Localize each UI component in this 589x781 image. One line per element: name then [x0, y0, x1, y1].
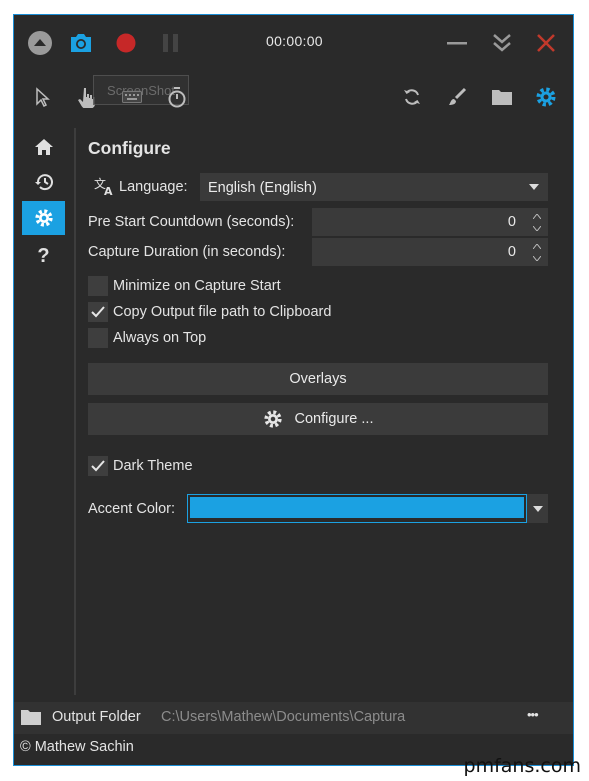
chevron-down-icon — [532, 505, 543, 512]
settings-icon — [34, 209, 53, 227]
minimize-checkbox[interactable] — [88, 276, 108, 296]
copy-path-checkbox[interactable] — [88, 302, 108, 322]
captura-window: 00:00:00 ScreenShot ? Configure 文 A Lang… — [13, 14, 574, 766]
checkmark-icon — [91, 460, 105, 472]
configure-label: Configure ... — [294, 411, 374, 427]
nav-settings[interactable] — [22, 201, 65, 235]
folder-icon[interactable] — [486, 81, 518, 113]
svg-text:A: A — [104, 185, 113, 196]
accent-color-picker[interactable] — [187, 494, 527, 523]
checkmark-icon — [91, 306, 105, 318]
duration-input[interactable]: 0 — [312, 238, 548, 266]
always-on-top-checkbox[interactable] — [88, 328, 108, 348]
duration-label: Capture Duration (in seconds): — [88, 244, 286, 260]
nav-history[interactable] — [22, 165, 65, 199]
camera-icon[interactable] — [65, 27, 97, 59]
chevron-down-icon — [529, 184, 539, 190]
home-icon — [34, 139, 53, 155]
page-title: Configure — [88, 138, 171, 158]
spin-up-icon[interactable] — [530, 211, 544, 221]
language-select[interactable]: English (English) — [200, 173, 548, 201]
nav-help[interactable]: ? — [22, 239, 65, 273]
sidebar-divider — [74, 128, 76, 695]
countdown-value: 0 — [507, 214, 516, 230]
countdown-input[interactable]: 0 — [312, 208, 548, 236]
chevrons-down-icon[interactable] — [486, 27, 518, 59]
always-on-top-label: Always on Top — [113, 330, 207, 346]
language-label: Language: — [119, 179, 188, 195]
overlays-label: Overlays — [289, 371, 347, 387]
history-icon — [34, 174, 53, 191]
dark-theme-label: Dark Theme — [113, 458, 193, 474]
recording-timer: 00:00:00 — [266, 33, 323, 49]
output-folder-label: Output Folder — [52, 709, 141, 725]
accent-color-label: Accent Color: — [88, 501, 176, 517]
nav-home[interactable] — [22, 130, 65, 164]
close-icon[interactable] — [530, 27, 562, 59]
help-icon: ? — [37, 244, 50, 267]
more-options-button[interactable]: ••• — [527, 707, 539, 722]
accent-dropdown-button[interactable] — [527, 494, 548, 523]
spin-up-icon[interactable] — [530, 241, 544, 251]
pointer-icon[interactable] — [26, 81, 58, 113]
keyboard-icon[interactable] — [116, 81, 148, 113]
spin-down-icon[interactable] — [530, 223, 544, 233]
brush-icon[interactable] — [441, 81, 473, 113]
countdown-label: Pre Start Countdown (seconds): — [88, 214, 295, 230]
record-icon[interactable] — [110, 27, 142, 59]
folder-icon[interactable] — [20, 708, 42, 729]
copyright: © Mathew Sachin — [20, 739, 134, 755]
refresh-icon[interactable] — [396, 81, 428, 113]
collapse-up-icon[interactable] — [24, 27, 56, 59]
configure-button[interactable]: Configure ... — [88, 403, 548, 435]
spin-down-icon[interactable] — [530, 253, 544, 263]
language-value: English (English) — [208, 180, 317, 196]
watermark: pmfans.com — [463, 755, 581, 777]
copy-path-label: Copy Output file path to Clipboard — [113, 304, 332, 320]
timer-icon[interactable] — [161, 81, 193, 113]
minimize-label: Minimize on Capture Start — [113, 278, 281, 294]
output-folder-bar: Output Folder C:\Users\Mathew\Documents\… — [14, 702, 573, 734]
translate-icon: 文A — [94, 176, 116, 199]
pause-icon[interactable] — [155, 27, 187, 59]
duration-value: 0 — [507, 244, 516, 260]
dark-theme-checkbox[interactable] — [88, 456, 108, 476]
minimize-icon[interactable] — [441, 27, 473, 59]
output-folder-path[interactable]: C:\Users\Mathew\Documents\Captura — [161, 709, 405, 725]
gear-icon — [263, 410, 282, 428]
gear-icon[interactable] — [530, 81, 562, 113]
accent-color-swatch — [190, 497, 524, 518]
overlays-button[interactable]: Overlays — [88, 363, 548, 395]
